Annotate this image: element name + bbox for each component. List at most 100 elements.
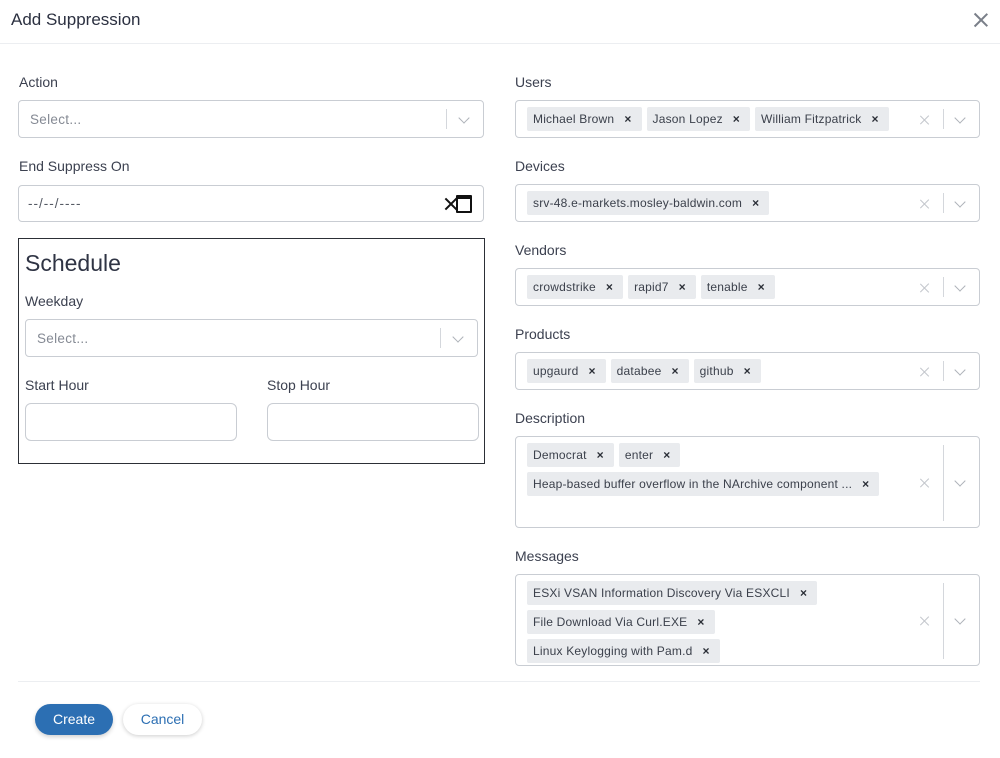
remove-tag-icon[interactable]: × xyxy=(869,113,880,125)
tag-chip: crowdstrike × xyxy=(527,275,624,299)
remove-tag-icon[interactable]: × xyxy=(742,365,753,377)
tag-label: Heap-based buffer overflow in the NArchi… xyxy=(533,477,853,491)
create-button[interactable]: Create xyxy=(35,704,113,735)
chevron-down-icon[interactable] xyxy=(458,112,470,124)
messages-label: Messages xyxy=(515,548,579,564)
clear-all-icon[interactable] xyxy=(919,114,931,126)
tag-chip: Jason Lopez × xyxy=(646,107,751,131)
remove-tag-icon[interactable]: × xyxy=(701,645,712,657)
tag-label: William Fitzpatrick xyxy=(761,112,862,126)
remove-tag-icon[interactable]: × xyxy=(595,449,606,461)
tag-chip: Heap-based buffer overflow in the NArchi… xyxy=(527,472,880,496)
select-separator xyxy=(943,583,944,659)
clear-all-icon[interactable] xyxy=(919,477,931,489)
tag-chip: srv-48.e-markets.mosley-baldwin.com × xyxy=(527,191,770,215)
select-separator xyxy=(446,109,447,129)
action-select[interactable]: Select... xyxy=(18,100,484,138)
tag-chip: rapid7 × xyxy=(628,275,696,299)
date-value: --/--/---- xyxy=(28,196,82,211)
tag-chip: Democrat × xyxy=(527,443,614,467)
schedule-section: Schedule Weekday Select... Start Hour St… xyxy=(18,238,485,464)
chevron-down-icon[interactable] xyxy=(954,280,966,292)
start-hour-input[interactable] xyxy=(25,403,237,441)
remove-tag-icon[interactable]: × xyxy=(677,281,688,293)
products-tag-list: upgaurd × databee × github × xyxy=(527,359,904,388)
chevron-down-icon[interactable] xyxy=(954,364,966,376)
tag-chip: William Fitzpatrick × xyxy=(755,107,889,131)
chevron-down-icon[interactable] xyxy=(954,112,966,124)
remove-tag-icon[interactable]: × xyxy=(622,113,633,125)
tag-label: File Download Via Curl.EXE xyxy=(533,615,688,629)
chevron-down-icon[interactable] xyxy=(452,331,464,343)
description-label: Description xyxy=(515,410,586,426)
users-multiselect[interactable]: Michael Brown × Jason Lopez × William Fitzpa… xyxy=(515,100,980,138)
tag-label: crowdstrike xyxy=(533,280,596,294)
chevron-down-icon[interactable] xyxy=(954,475,966,487)
vendors-tag-list: crowdstrike × rapid7 × tenable × xyxy=(527,275,904,304)
remove-tag-icon[interactable]: × xyxy=(661,449,672,461)
clear-all-icon[interactable] xyxy=(919,366,931,378)
chevron-down-icon[interactable] xyxy=(954,196,966,208)
start-hour-label: Start Hour xyxy=(25,377,89,393)
stop-hour-label: Stop Hour xyxy=(267,377,331,393)
weekday-label: Weekday xyxy=(25,293,84,309)
tag-chip: databee × xyxy=(610,359,689,383)
tag-chip: Michael Brown × xyxy=(527,107,642,131)
tag-label: tenable xyxy=(706,280,748,294)
tag-label: Democrat xyxy=(533,448,587,462)
select-separator xyxy=(943,445,944,521)
dialog-title: Add Suppression xyxy=(11,10,141,29)
weekday-select[interactable]: Select... xyxy=(25,319,478,357)
action-label: Action xyxy=(19,74,58,90)
users-tag-list: Michael Brown × Jason Lopez × William Fitzpa… xyxy=(527,107,904,136)
remove-tag-icon[interactable]: × xyxy=(731,113,742,125)
remove-tag-icon[interactable]: × xyxy=(604,281,615,293)
remove-tag-icon[interactable]: × xyxy=(750,197,761,209)
tag-label: github xyxy=(699,364,734,378)
tag-label: databee xyxy=(616,364,662,378)
tag-label: Jason Lopez xyxy=(652,112,723,126)
remove-tag-icon[interactable]: × xyxy=(695,616,706,628)
remove-tag-icon[interactable]: × xyxy=(756,281,767,293)
description-multiselect[interactable]: Democrat × enter × Heap-based buffer overflo… xyxy=(515,436,980,528)
messages-tag-list: ESXi VSAN Information Discovery Via ESXC… xyxy=(527,581,904,668)
remove-tag-icon[interactable]: × xyxy=(798,587,809,599)
tag-label: Linux Keylogging with Pam.d xyxy=(533,644,693,658)
clear-all-icon[interactable] xyxy=(919,198,931,210)
end-suppress-date-input[interactable]: --/--/---- xyxy=(18,185,484,222)
select-separator xyxy=(943,361,944,381)
dialog-header: Add Suppression xyxy=(0,0,1000,44)
calendar-icon[interactable] xyxy=(456,195,472,213)
products-multiselect[interactable]: upgaurd × databee × github × xyxy=(515,352,980,390)
cancel-button[interactable]: Cancel xyxy=(123,704,202,735)
tag-chip: upgaurd × xyxy=(527,359,606,383)
devices-tag-list: srv-48.e-markets.mosley-baldwin.com × xyxy=(527,191,904,220)
select-separator xyxy=(943,109,944,129)
tag-label: srv-48.e-markets.mosley-baldwin.com xyxy=(533,196,743,210)
stop-hour-input[interactable] xyxy=(267,403,479,441)
users-label: Users xyxy=(515,74,552,90)
devices-multiselect[interactable]: srv-48.e-markets.mosley-baldwin.com × xyxy=(515,184,980,222)
tag-label: upgaurd xyxy=(533,364,579,378)
tag-chip: github × xyxy=(693,359,761,383)
clear-all-icon[interactable] xyxy=(919,615,931,627)
select-separator xyxy=(943,193,944,213)
chevron-down-icon[interactable] xyxy=(954,613,966,625)
remove-tag-icon[interactable]: × xyxy=(669,365,680,377)
close-icon[interactable] xyxy=(970,9,992,31)
vendors-multiselect[interactable]: crowdstrike × rapid7 × tenable × xyxy=(515,268,980,306)
action-placeholder: Select... xyxy=(30,112,82,127)
tag-label: enter xyxy=(624,448,654,462)
tag-chip: ESXi VSAN Information Discovery Via ESXC… xyxy=(527,581,818,605)
messages-multiselect[interactable]: ESXi VSAN Information Discovery Via ESXC… xyxy=(515,574,980,666)
add-suppression-dialog: Add Suppression Action Select... End Sup… xyxy=(0,0,1000,758)
tag-label: ESXi VSAN Information Discovery Via ESXC… xyxy=(533,586,790,600)
tag-label: rapid7 xyxy=(634,280,669,294)
tag-chip: tenable × xyxy=(700,275,775,299)
vendors-label: Vendors xyxy=(515,242,567,258)
remove-tag-icon[interactable]: × xyxy=(860,478,871,490)
tag-chip: File Download Via Curl.EXE × xyxy=(527,610,715,634)
remove-tag-icon[interactable]: × xyxy=(586,365,597,377)
clear-all-icon[interactable] xyxy=(919,282,931,294)
weekday-placeholder: Select... xyxy=(37,331,89,346)
